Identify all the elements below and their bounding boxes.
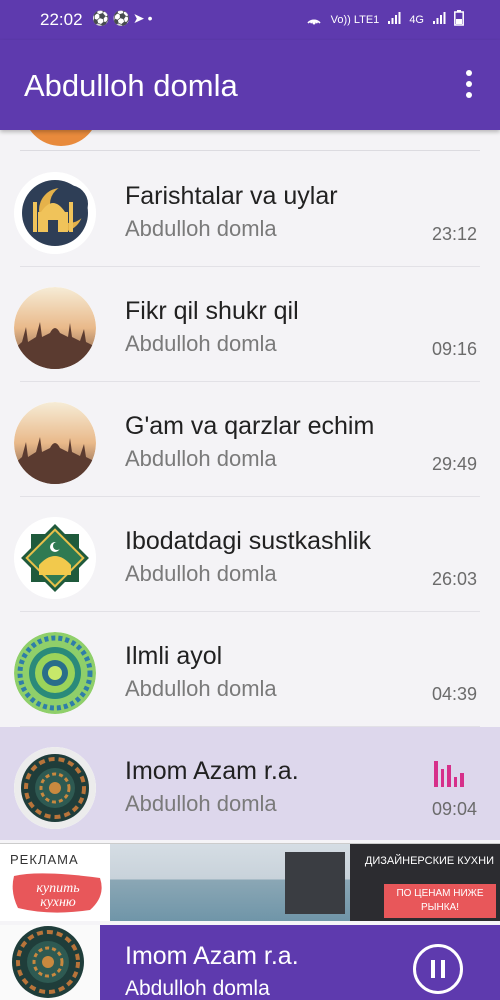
divider — [20, 150, 480, 151]
status-time: 22:02 — [40, 10, 83, 29]
track-duration: 23:12 — [431, 224, 477, 244]
track-title: Imom Azam r.a. — [125, 757, 299, 785]
track-duration: 29:49 — [431, 454, 477, 474]
track-row-playing[interactable]: Imom Azam r.a. Abdulloh domla 09:04 — [0, 727, 500, 840]
track-artist: Abdulloh domla — [125, 561, 277, 586]
sunset-city-icon — [14, 287, 96, 369]
track-duration: 09:16 — [431, 339, 477, 359]
battery-icon — [454, 10, 464, 29]
volte-icon: Vo)) LTE1 — [330, 13, 380, 26]
now-playing-artist: Abdulloh domla — [125, 977, 270, 1000]
green-mandala-icon — [14, 632, 96, 714]
system-icons: Vo)) LTE1 4G — [305, 10, 464, 29]
svg-text:купить: купить — [36, 881, 79, 896]
track-artist: Abdulloh domla — [125, 446, 277, 471]
track-list[interactable]: Farishtalar va uylar Abdulloh domla 23:1… — [0, 130, 500, 840]
ad-headline: ДИЗАЙНЕРСКИЕ КУХНИ — [364, 855, 494, 867]
now-playing-title: Imom Azam r.a. — [125, 942, 299, 970]
svg-text:кухню: кухню — [40, 895, 76, 910]
4g-icon: 4G — [409, 13, 424, 26]
pause-icon[interactable] — [413, 944, 463, 994]
now-playing-bar[interactable]: Imom Azam r.a. Abdulloh domla — [0, 925, 500, 1000]
soccer-ball-icon: ⚽ — [112, 10, 133, 26]
equalizer-icon — [434, 761, 464, 787]
dark-mandala-icon — [0, 925, 100, 1000]
page-title: Abdulloh domla — [24, 68, 238, 103]
track-row[interactable]: Ilmli ayol Abdulloh domla 04:39 — [0, 612, 500, 727]
track-row[interactable]: Fikr qil shukr qil Abdulloh domla 09:16 — [0, 267, 500, 382]
ad-subline: ПО ЦЕНАМ НИЖЕ РЫНКА! — [384, 884, 496, 918]
ad-promo: ДИЗАЙНЕРСКИЕ КУХНИ ПО ЦЕНАМ НИЖЕ РЫНКА! — [350, 844, 500, 921]
track-duration: 04:39 — [431, 684, 477, 704]
track-title: Ilmli ayol — [125, 642, 223, 670]
soccer-ball-icon: ⚽ — [92, 10, 113, 26]
partial-artwork — [23, 130, 99, 146]
track-artist: Abdulloh domla — [125, 216, 277, 241]
more-vert-icon[interactable] — [466, 70, 474, 100]
track-duration: 09:04 — [431, 799, 477, 819]
track-duration: 26:03 — [431, 569, 477, 589]
track-row[interactable]: Farishtalar va uylar Abdulloh domla 23:1… — [0, 152, 500, 267]
track-title: Farishtalar va uylar — [125, 182, 338, 210]
notification-icons: ⚽⚽➤• — [92, 10, 156, 27]
track-row[interactable]: G'am va qarzlar echim Abdulloh domla 29:… — [0, 382, 500, 497]
ad-kitchen-photo — [110, 844, 350, 921]
status-bar: 22:02 ⚽⚽➤• Vo)) LTE1 4G — [0, 0, 500, 40]
track-title: Fikr qil shukr qil — [125, 297, 299, 325]
dot-icon: • — [147, 10, 156, 26]
telegram-icon: ➤ — [132, 10, 148, 26]
ad-label: РЕКЛАМА — [10, 852, 79, 867]
ad-banner[interactable]: РЕКЛАМА купить кухню ДИЗАЙНЕРСКИЕ КУХНИ … — [0, 843, 500, 921]
sunset-city-icon — [14, 402, 96, 484]
ad-logo: купить кухню — [10, 870, 106, 916]
signal-icon — [387, 11, 401, 28]
dark-mandala-icon — [14, 747, 96, 829]
track-row[interactable]: Ibodatdagi sustkashlik Abdulloh domla 26… — [0, 497, 500, 612]
signal-icon — [432, 11, 446, 28]
track-artist: Abdulloh domla — [125, 791, 277, 816]
track-artist: Abdulloh domla — [125, 676, 277, 701]
track-title: G'am va qarzlar echim — [125, 412, 375, 440]
app-bar: Abdulloh domla — [0, 40, 500, 130]
track-title: Ibodatdagi sustkashlik — [125, 527, 371, 555]
mosque-moon-icon — [14, 172, 96, 254]
track-artist: Abdulloh domla — [125, 331, 277, 356]
hotspot-icon — [305, 11, 323, 28]
star-mosque-icon — [14, 517, 96, 599]
